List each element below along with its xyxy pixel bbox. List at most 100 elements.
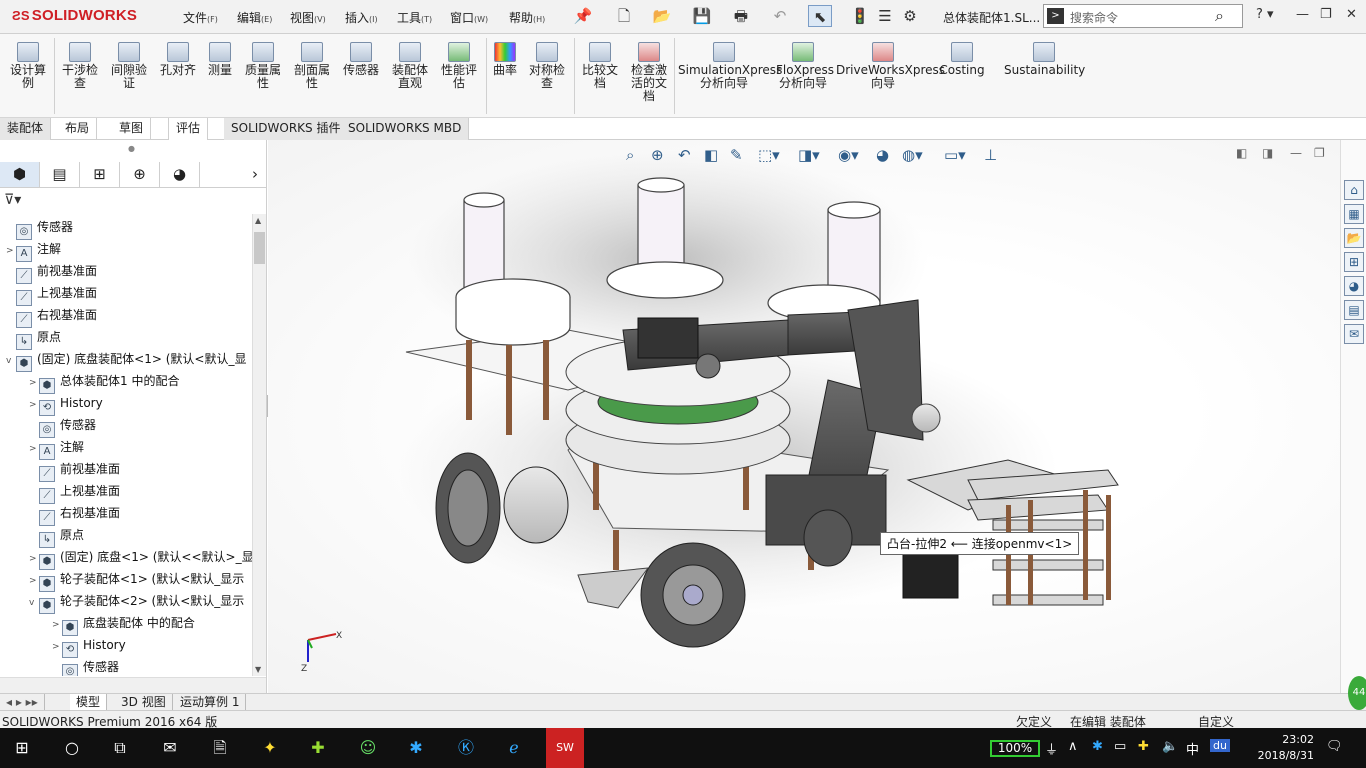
tree-row[interactable]: v ⬢ (固定) 底盘装配体<1> (默认<默认_显 xyxy=(6,348,246,372)
tree-expand-icon[interactable]: > xyxy=(52,614,62,636)
new-doc-icon[interactable]: 🗋 xyxy=(612,5,636,27)
sustainability-button[interactable]: Sustainability xyxy=(1004,42,1085,77)
mass-properties-button[interactable]: 质量属性 xyxy=(240,42,286,90)
tree-row[interactable]: ⟋ 右视基准面 xyxy=(29,502,120,526)
tree-expand-icon[interactable]: v xyxy=(6,350,16,372)
mail-app-icon[interactable]: ✉ xyxy=(158,736,182,760)
tray-drive-icon[interactable]: ▭ xyxy=(1114,739,1126,754)
view-palette-icon[interactable]: ⊞ xyxy=(1344,252,1364,272)
panel-grip-icon[interactable]: ● xyxy=(128,144,135,153)
file-explorer-icon[interactable]: 📂 xyxy=(1344,228,1364,248)
custom-properties-icon[interactable]: ▤ xyxy=(1344,300,1364,320)
pin-icon[interactable]: 📌 xyxy=(571,5,595,27)
battery-indicator[interactable]: 100% xyxy=(990,740,1040,757)
menu-view[interactable]: 视图(V) xyxy=(290,9,326,26)
star-app-icon[interactable]: ✱ xyxy=(404,736,428,760)
ime-indicator[interactable]: 中 xyxy=(1186,739,1199,758)
wechat-app-icon[interactable]: ☺ xyxy=(356,736,380,760)
tab-solidworks-addins[interactable]: SOLIDWORKS 插件 xyxy=(224,118,349,140)
tree-row[interactable]: > ⬢ (固定) 底盘<1> (默认<<默认>_显 xyxy=(29,546,252,570)
edge-browser-icon[interactable]: ℯ xyxy=(502,736,526,760)
tab-scroll-arrows-icon[interactable]: ◂ ▸ ▸▸ xyxy=(0,694,45,710)
sensor-button[interactable]: 传感器 xyxy=(338,42,384,77)
tab-sketch[interactable]: 草图 xyxy=(112,118,152,140)
volume-icon[interactable]: 🔈 xyxy=(1162,739,1178,754)
scroll-up-icon[interactable]: ▲ xyxy=(255,216,261,225)
tab-model[interactable]: 模型 xyxy=(70,694,108,710)
curvature-button[interactable]: 曲率 xyxy=(490,42,520,77)
tree-vertical-scrollbar[interactable]: ▲ ▼ xyxy=(252,214,266,676)
clearance-verify-button[interactable]: 间隙验证 xyxy=(106,42,152,90)
section-properties-button[interactable]: 剖面属性 xyxy=(289,42,335,90)
symmetry-check-button[interactable]: 对称检查 xyxy=(524,42,570,90)
tray-chevron-icon[interactable]: ∧ xyxy=(1068,739,1078,754)
simulationxpress-button[interactable]: SimulationXpress分析向导 xyxy=(678,42,782,90)
tree-row[interactable]: > ⟲ History xyxy=(52,634,126,658)
plus-app-icon[interactable]: ✚ xyxy=(306,736,330,760)
open-folder-icon[interactable]: 📂 xyxy=(650,5,674,27)
tab-evaluate[interactable]: 评估 xyxy=(168,118,209,140)
close-button[interactable]: ✕ xyxy=(1346,7,1357,22)
tree-horizontal-scrollbar[interactable] xyxy=(0,677,266,693)
driveworksxpress-button[interactable]: DriveWorksXpress向导 xyxy=(836,42,945,90)
tree-expand-icon[interactable]: > xyxy=(29,372,39,394)
solidworks-taskbar-icon[interactable]: SW xyxy=(546,728,584,768)
tab-layout[interactable]: 布局 xyxy=(58,118,98,140)
home-icon[interactable]: ⌂ xyxy=(1344,180,1364,200)
tree-row[interactable]: ◎ 传感器 xyxy=(29,414,96,438)
search-commands[interactable]: > 搜索命令 ⌕ xyxy=(1043,4,1243,28)
tree-expand-icon[interactable]: v xyxy=(29,592,39,614)
feature-manager-tab-icon[interactable]: ⬢ xyxy=(0,162,40,187)
tree-expand-icon[interactable]: > xyxy=(29,548,39,570)
appearances-icon[interactable]: ◕ xyxy=(1344,276,1364,296)
baidu-ime-icon[interactable]: du xyxy=(1210,739,1230,752)
tree-row[interactable]: ⟋ 前视基准面 xyxy=(6,260,97,284)
rebuild-traffic-light-icon[interactable]: 🚦 xyxy=(848,5,872,27)
check-active-document-button[interactable]: 检查激活的文档 xyxy=(626,42,672,103)
dimxpert-tab-icon[interactable]: ⊕ xyxy=(120,162,160,187)
tree-row[interactable]: > ⬢ 底盘装配体 中的配合 xyxy=(52,612,195,636)
panel-expand-chevron-icon[interactable]: › xyxy=(245,162,265,187)
scroll-down-icon[interactable]: ▼ xyxy=(255,665,261,674)
file-properties-icon[interactable]: ☰ xyxy=(873,5,897,27)
robot-assembly-model[interactable]: X Z xyxy=(268,140,1340,693)
menu-tools[interactable]: 工具(T) xyxy=(397,9,432,26)
notepad-app-icon[interactable]: 🗎 xyxy=(208,736,232,760)
graphics-viewport[interactable]: ⌕ ⊕ ↶ ◧ ✎ ⬚▾ ◨▾ ◉▾ ◕ ◍▾ ▭▾ ⊥ ◧ ◨ — ❐ ✕ xyxy=(268,140,1350,693)
configuration-manager-tab-icon[interactable]: ⊞ xyxy=(80,162,120,187)
search-icon[interactable]: ⌕ xyxy=(1215,6,1224,26)
costing-button[interactable]: Costing xyxy=(938,42,986,77)
options-gear-icon[interactable]: ⚙ xyxy=(898,5,922,27)
design-study-button[interactable]: 设计算例 xyxy=(6,42,50,90)
design-library-icon[interactable]: ▦ xyxy=(1344,204,1364,224)
tree-row[interactable]: > ⟲ History xyxy=(29,392,103,416)
k-app-icon[interactable]: Ⓚ xyxy=(454,736,478,760)
windows-start-icon[interactable]: ⊞ xyxy=(10,736,34,760)
menu-edit[interactable]: 编辑(E) xyxy=(237,9,272,26)
forum-icon[interactable]: ✉ xyxy=(1344,324,1364,344)
action-center-icon[interactable]: 🗨 xyxy=(1326,739,1343,754)
menu-window[interactable]: 窗口(W) xyxy=(450,9,488,26)
measure-button[interactable]: 测量 xyxy=(203,42,237,77)
tree-row[interactable]: ⟋ 右视基准面 xyxy=(6,304,97,328)
help-question-icon[interactable]: ? ▾ xyxy=(1256,7,1274,22)
hole-alignment-button[interactable]: 孔对齐 xyxy=(156,42,200,77)
performance-evaluation-button[interactable]: 性能评估 xyxy=(436,42,482,90)
tray-plus-icon[interactable]: ✚ xyxy=(1138,739,1149,754)
tab-motion-study[interactable]: 运动算例 1 xyxy=(174,694,247,710)
tree-row[interactable]: > A 注解 xyxy=(29,436,84,460)
save-icon[interactable]: 💾 xyxy=(690,5,714,27)
tree-row[interactable]: v ⬢ 轮子装配体<2> (默认<默认_显示 xyxy=(29,590,244,614)
tree-row[interactable]: > ⬢ 轮子装配体<1> (默认<默认_显示 xyxy=(29,568,244,592)
scroll-thumb[interactable] xyxy=(254,232,265,264)
tree-expand-icon[interactable]: > xyxy=(6,240,16,262)
tree-row[interactable]: ◎ 传感器 xyxy=(6,216,73,240)
tree-expand-icon[interactable]: > xyxy=(29,570,39,592)
tab-solidworks-mbd[interactable]: SOLIDWORKS MBD xyxy=(341,118,470,140)
tree-row[interactable]: ⟋ 上视基准面 xyxy=(6,282,97,306)
print-icon[interactable]: 🖶 xyxy=(729,5,753,27)
cortana-search-icon[interactable]: ○ xyxy=(60,736,84,760)
performance-badge[interactable]: 44 xyxy=(1348,676,1366,710)
task-view-icon[interactable]: ⧉ xyxy=(108,736,132,760)
assembly-visualization-button[interactable]: 装配体直观 xyxy=(387,42,433,90)
